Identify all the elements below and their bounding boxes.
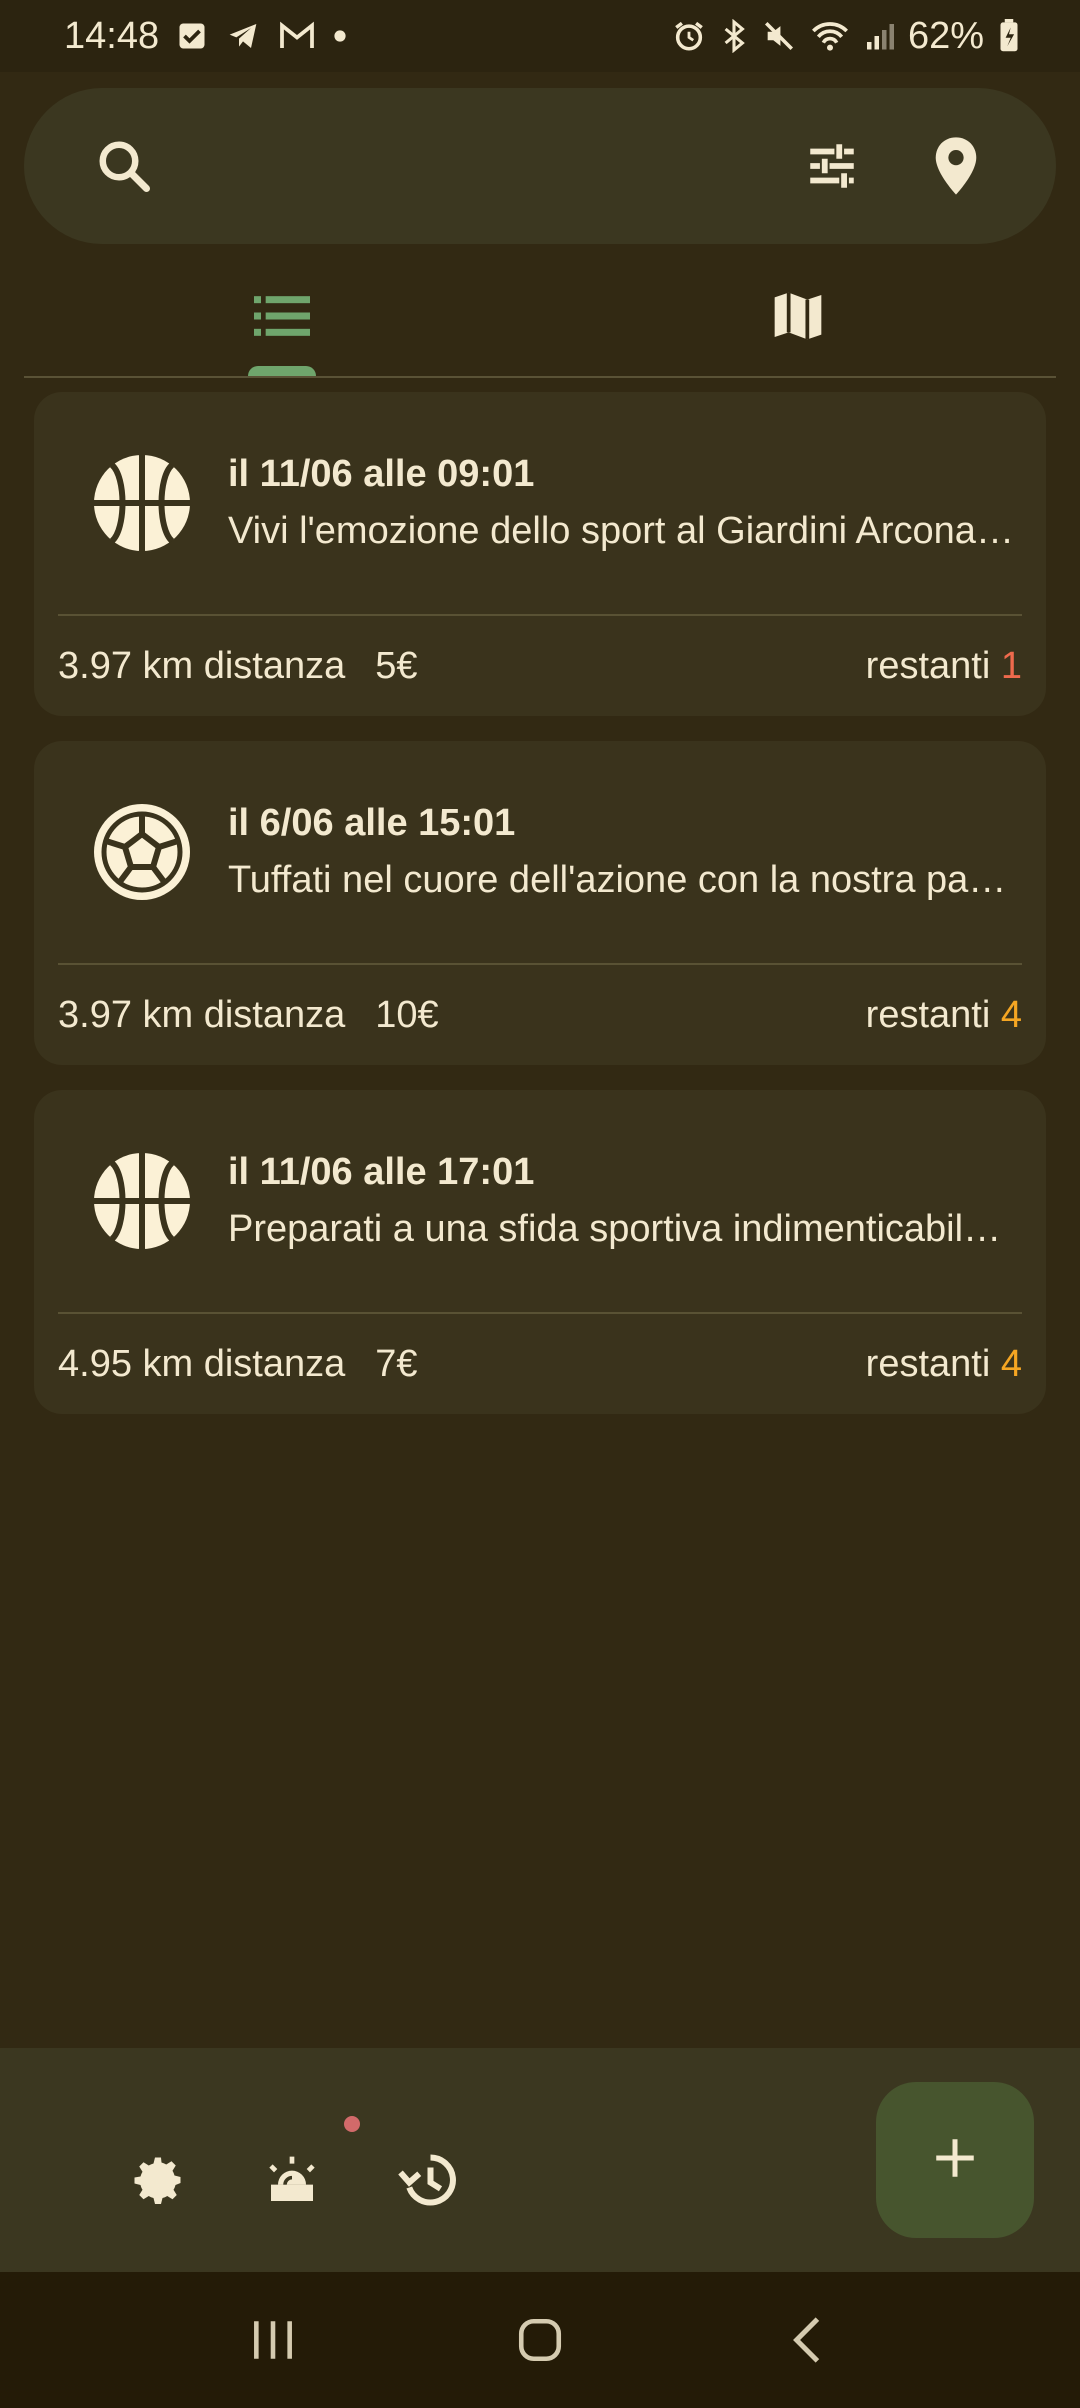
event-distance: 4.95 km distanza	[58, 1342, 346, 1385]
event-card-header: il 6/06 alle 15:01 Tuffati nel cuore del…	[34, 741, 1046, 963]
event-card-footer: 3.97 km distanza 10€ restanti 4	[58, 965, 1022, 1065]
alarm-icon	[672, 19, 706, 53]
event-remaining: restanti 4	[866, 1343, 1022, 1386]
list-icon	[254, 295, 310, 341]
event-date: il 11/06 alle 09:01	[228, 453, 535, 495]
event-card[interactable]: il 11/06 alle 09:01 Vivi l'emozione dell…	[34, 392, 1046, 716]
status-right: 62%	[672, 15, 1020, 58]
event-card-text: il 11/06 alle 09:01 Vivi l'emozione dell…	[228, 453, 1046, 553]
event-card-header: il 11/06 alle 09:01 Vivi l'emozione dell…	[34, 392, 1046, 614]
event-card-text: il 6/06 alle 15:01 Tuffati nel cuore del…	[228, 802, 1046, 902]
view-tabs	[24, 260, 1056, 378]
event-card[interactable]: il 11/06 alle 17:01 Preparati a una sfid…	[34, 1090, 1046, 1414]
event-description: Vivi l'emozione dello sport al Giardini …	[228, 510, 1016, 552]
remaining-label: restanti	[865, 644, 991, 687]
remaining-count: 4	[1000, 993, 1022, 1036]
system-nav-bar	[0, 2272, 1080, 2408]
home-icon[interactable]	[500, 2300, 580, 2380]
history-icon[interactable]	[388, 2140, 468, 2220]
remaining-label: restanti	[865, 993, 991, 1036]
gmail-icon	[279, 21, 315, 51]
event-card-footer: 3.97 km distanza 5€ restanti 1	[58, 616, 1022, 716]
filter-icon[interactable]	[792, 126, 872, 206]
alarm-light-icon[interactable]	[252, 2140, 332, 2220]
search-bar[interactable]	[24, 88, 1056, 244]
basketball-icon	[92, 453, 192, 553]
wifi-icon	[810, 19, 850, 53]
search-input[interactable]	[190, 116, 748, 216]
mute-icon	[762, 19, 796, 53]
event-distance: 3.97 km distanza	[58, 993, 346, 1036]
soccer-ball-icon	[92, 802, 192, 902]
telegram-icon	[225, 20, 261, 52]
notification-badge	[344, 2116, 360, 2132]
event-remaining: restanti 1	[866, 645, 1022, 688]
event-price: 10€	[375, 993, 439, 1036]
event-card[interactable]: il 6/06 alle 15:01 Tuffati nel cuore del…	[34, 741, 1046, 1065]
status-bar: 14:48 62%	[0, 0, 1080, 72]
basketball-icon	[92, 1151, 192, 1251]
event-date: il 6/06 alle 15:01	[228, 802, 516, 844]
tab-list[interactable]	[24, 260, 540, 376]
search-icon[interactable]	[94, 136, 154, 196]
event-distance: 3.97 km distanza	[58, 644, 346, 687]
bottom-app-bar	[0, 2048, 1080, 2272]
event-card-header: il 11/06 alle 17:01 Preparati a una sfid…	[34, 1090, 1046, 1312]
battery-icon	[998, 19, 1020, 53]
event-card-footer: 4.95 km distanza 7€ restanti 4	[58, 1314, 1022, 1414]
remaining-count: 4	[1000, 1342, 1022, 1385]
event-description: Tuffati nel cuore dell'azione con la nos…	[228, 859, 1016, 901]
remaining-label: restanti	[865, 1342, 991, 1385]
bluetooth-icon	[720, 19, 748, 53]
status-left: 14:48	[64, 15, 347, 58]
battery-percent: 62%	[907, 14, 984, 57]
location-pin-icon[interactable]	[916, 126, 996, 206]
event-remaining: restanti 4	[866, 994, 1022, 1037]
back-icon[interactable]	[767, 2300, 847, 2380]
recent-apps-icon[interactable]	[233, 2300, 313, 2380]
add-event-button[interactable]	[876, 2082, 1034, 2238]
event-price: 5€	[375, 644, 418, 687]
status-time: 14:48	[64, 14, 160, 57]
event-date: il 11/06 alle 17:01	[228, 1151, 535, 1193]
event-list: il 11/06 alle 09:01 Vivi l'emozione dell…	[34, 392, 1046, 1439]
signal-icon	[864, 20, 894, 52]
settings-icon[interactable]	[118, 2140, 198, 2220]
event-price: 7€	[375, 1342, 418, 1385]
event-card-text: il 11/06 alle 17:01 Preparati a una sfid…	[228, 1151, 1046, 1251]
tab-map[interactable]	[540, 260, 1056, 376]
dot-icon	[333, 29, 347, 43]
event-description: Preparati a una sfida sportiva indimenti…	[228, 1208, 1016, 1250]
checkbox-icon	[177, 21, 207, 51]
remaining-count: 1	[1000, 644, 1022, 687]
plus-icon	[930, 2133, 980, 2188]
map-icon	[770, 288, 826, 349]
